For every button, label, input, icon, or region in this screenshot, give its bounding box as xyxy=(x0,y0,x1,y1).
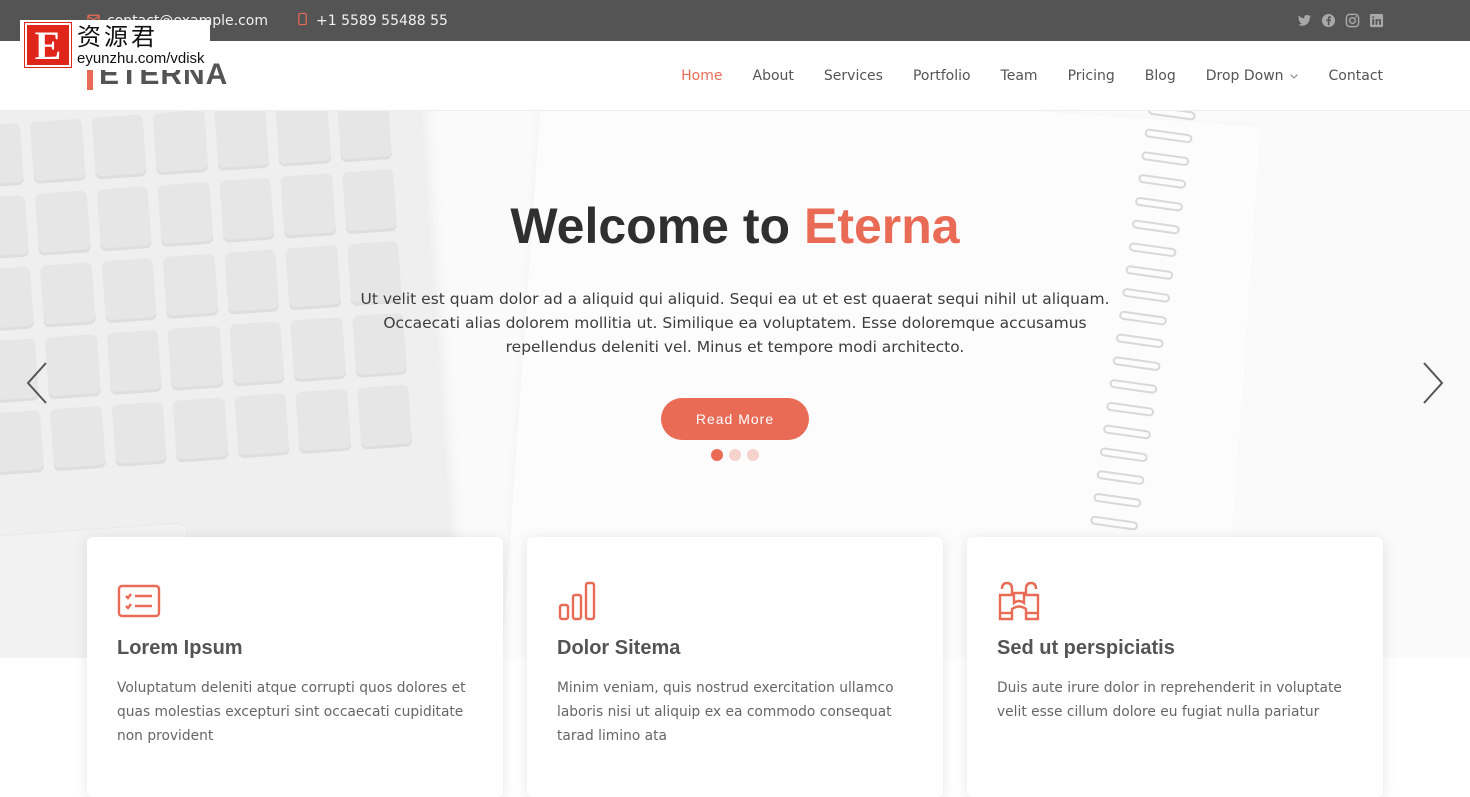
hero-title-accent: Eterna xyxy=(803,198,960,254)
social-links xyxy=(1297,0,1384,41)
facebook-icon[interactable] xyxy=(1321,13,1336,28)
watermark-logo: E xyxy=(24,22,72,68)
bar-chart-icon xyxy=(557,579,601,623)
nav-pricing[interactable]: Pricing xyxy=(1068,68,1115,84)
nav-team[interactable]: Team xyxy=(1001,68,1038,84)
nav-services[interactable]: Services xyxy=(824,68,883,84)
carousel-indicator-1[interactable] xyxy=(711,449,723,461)
nav-about[interactable]: About xyxy=(753,68,794,84)
phone-icon xyxy=(296,12,309,30)
nav-label: Home xyxy=(681,68,723,84)
nav-label: Contact xyxy=(1328,68,1383,84)
card-text: Minim veniam, quis nostrud exercitation … xyxy=(557,680,894,744)
main-nav: Home About Services Portfolio Team Prici… xyxy=(681,41,1383,111)
nav-label: Portfolio xyxy=(912,68,971,84)
nav-portfolio[interactable]: Portfolio xyxy=(913,68,971,84)
feature-card: Dolor Sitema Minim veniam, quis nostrud … xyxy=(527,537,943,797)
top-bar: contact@example.com +1 5589 55488 55 xyxy=(0,0,1470,41)
nav-contact[interactable]: Contact xyxy=(1329,68,1383,84)
nav-label: Drop Down xyxy=(1205,68,1284,84)
nav-blog[interactable]: Blog xyxy=(1145,68,1176,84)
watermark-chinese: 资源君 xyxy=(77,22,158,51)
card-title: Sed ut perspiciatis xyxy=(997,637,1175,659)
nav-home[interactable]: Home xyxy=(681,68,722,84)
nav-label: Pricing xyxy=(1067,68,1115,84)
watermark-text: 资源君 eyunzhu.com/vdisk xyxy=(77,25,205,66)
chevron-down-icon xyxy=(1289,74,1298,79)
checklist-icon xyxy=(117,579,161,623)
binoculars-icon xyxy=(997,579,1041,623)
site-header: ETERNA Home About Services Portfolio Tea… xyxy=(0,41,1470,111)
nav-label: Team xyxy=(1000,68,1038,84)
feature-card: Lorem Ipsum Voluptatum deleniti atque co… xyxy=(87,537,503,797)
card-title: Lorem Ipsum xyxy=(117,637,243,659)
carousel-indicator-3[interactable] xyxy=(747,449,759,461)
card-text: Voluptatum deleniti atque corrupti quos … xyxy=(117,680,466,744)
linkedin-icon[interactable] xyxy=(1369,13,1384,28)
carousel-next-button[interactable] xyxy=(1418,361,1448,405)
nav-label: Services xyxy=(823,68,883,84)
twitter-icon[interactable] xyxy=(1297,13,1312,28)
card-text: Duis aute irure dolor in reprehenderit i… xyxy=(997,680,1342,720)
hero-description: Ut velit est quam dolor ad a aliquid qui… xyxy=(360,290,1110,356)
watermark-url: eyunzhu.com/vdisk xyxy=(77,49,205,67)
hero-title-prefix: Welcome to xyxy=(510,198,804,254)
hero-title: Welcome to Eterna xyxy=(0,197,1470,255)
carousel-indicators xyxy=(711,449,759,461)
feature-card: Sed ut perspiciatis Duis aute irure dolo… xyxy=(967,537,1383,797)
instagram-icon[interactable] xyxy=(1345,13,1360,28)
carousel-prev-button[interactable] xyxy=(22,361,52,405)
chevron-right-icon xyxy=(1423,362,1444,404)
carousel-indicator-2[interactable] xyxy=(729,449,741,461)
phone-text: +1 5589 55488 55 xyxy=(316,12,448,29)
card-title: Dolor Sitema xyxy=(557,637,681,659)
watermark: E 资源君 eyunzhu.com/vdisk xyxy=(20,20,210,70)
phone-link[interactable]: +1 5589 55488 55 xyxy=(296,12,448,30)
nav-label: Blog xyxy=(1144,68,1176,84)
read-more-button[interactable]: Read More xyxy=(661,398,809,440)
nav-drop-down[interactable]: Drop Down xyxy=(1206,68,1299,84)
nav-label: About xyxy=(752,68,794,84)
chevron-left-icon xyxy=(26,362,47,404)
